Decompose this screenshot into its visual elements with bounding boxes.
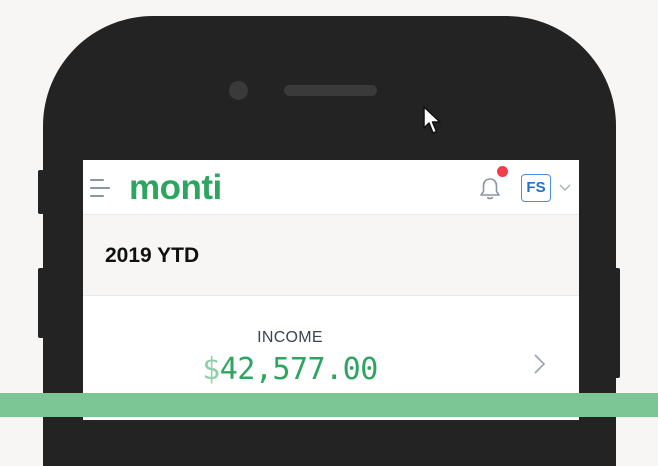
bottom-green-band (0, 393, 658, 417)
hamburger-menu-icon[interactable] (90, 178, 112, 198)
mouse-cursor-icon (423, 106, 441, 134)
income-label: INCOME (257, 329, 323, 346)
phone-screen: monti FS 2019 YTD INCOME $42,577.00 (83, 160, 579, 420)
chevron-right-icon[interactable] (531, 352, 547, 376)
phone-camera (229, 81, 248, 100)
notification-badge (497, 166, 508, 177)
user-avatar[interactable]: FS (521, 174, 551, 202)
app-header: monti FS (83, 160, 579, 215)
income-amount[interactable]: $42,577.00 (83, 352, 497, 387)
bell-icon[interactable] (478, 176, 502, 202)
chevron-down-icon[interactable] (558, 180, 572, 194)
phone-speaker (284, 85, 377, 96)
income-amount-value: 42,577.00 (219, 352, 379, 387)
app-logo[interactable]: monti (129, 168, 222, 208)
page-title: 2019 YTD (105, 244, 200, 267)
currency-symbol: $ (202, 352, 220, 387)
